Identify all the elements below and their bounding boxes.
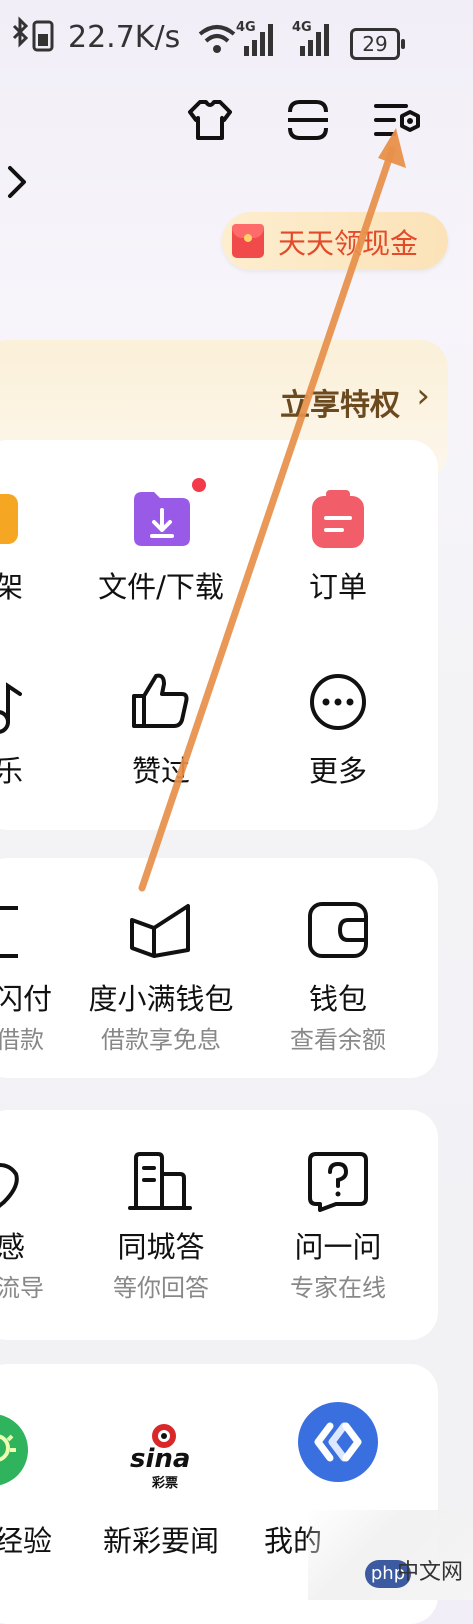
service-item-sub: 专家在线 — [290, 1274, 386, 1302]
tools-card — [0, 440, 438, 830]
grid-item-label: 赞过 — [131, 754, 191, 788]
grid-item-label: 订单 — [308, 570, 368, 604]
blue-app-icon[interactable] — [296, 1400, 380, 1488]
battery-indicator: 29 — [350, 28, 405, 60]
finance-item-label: 钱包 — [308, 982, 368, 1016]
finance-item-sub: 借款 — [0, 1026, 44, 1054]
vip-chevron-icon: › — [416, 376, 430, 416]
finance-item-sub: 借款享免息 — [101, 1026, 221, 1054]
service-item-label: 感 — [0, 1230, 26, 1264]
duxiaoman-icon[interactable] — [128, 900, 194, 964]
service-item-sub: 流导 — [0, 1274, 44, 1302]
service-item-label: 同城答 — [117, 1230, 205, 1264]
profile-chevron-icon[interactable] — [4, 162, 30, 213]
grid-item-label: 更多 — [308, 754, 368, 788]
bookshelf-icon[interactable] — [0, 490, 20, 552]
finance-item-label: 闪付 — [0, 982, 53, 1016]
building-icon[interactable] — [128, 1150, 192, 1216]
folder-download-icon[interactable] — [130, 488, 192, 552]
wallet-icon[interactable] — [306, 900, 370, 964]
bluetooth-battery-icon — [8, 16, 60, 64]
sina-logo-sub: 彩票 — [152, 1476, 179, 1491]
status-bar: 22.7K/s 4G 4G 29 — [0, 8, 473, 64]
settings-menu-icon[interactable] — [374, 98, 422, 146]
watermark-text: 中文网 — [396, 1560, 463, 1585]
wifi-icon — [198, 22, 236, 64]
service-item-sub: 等你回答 — [113, 1274, 209, 1302]
daily-cash-button[interactable]: 天天领现金 — [222, 212, 448, 270]
app-item-label: 经验 — [0, 1524, 53, 1558]
vip-privilege-label: 立享特权 — [280, 388, 400, 423]
grid-item-label: 乐 — [0, 754, 24, 788]
scan-icon[interactable] — [284, 96, 332, 144]
skin-tshirt-icon[interactable] — [186, 96, 234, 144]
finance-item-sub: 查看余额 — [290, 1026, 386, 1054]
app-item-label: 新彩要闻 — [102, 1524, 220, 1558]
question-icon[interactable] — [306, 1150, 370, 1216]
red-packet-icon — [232, 224, 264, 258]
grid-item-label: 架 — [0, 570, 24, 604]
more-icon[interactable] — [308, 672, 368, 736]
signal-1-icon: 4G — [236, 20, 278, 68]
heart-icon[interactable] — [0, 1158, 22, 1218]
signal-2-icon: 4G — [292, 20, 334, 68]
network-speed: 22.7K/s — [68, 20, 181, 55]
finance-item-label: 度小满钱包 — [88, 982, 234, 1016]
experience-icon[interactable] — [0, 1408, 30, 1496]
daily-cash-label: 天天领现金 — [278, 227, 419, 260]
service-item-label: 问一问 — [294, 1230, 382, 1264]
sina-lottery-icon[interactable]: sina 彩票 — [124, 1420, 198, 1491]
pay-icon[interactable] — [0, 904, 22, 964]
order-icon[interactable] — [308, 488, 368, 554]
notification-dot — [192, 478, 206, 492]
thumbs-up-icon[interactable] — [128, 670, 192, 734]
music-icon[interactable] — [0, 676, 22, 740]
sina-logo-text: sina — [130, 1444, 191, 1474]
grid-item-label: 文件/下载 — [98, 570, 224, 604]
